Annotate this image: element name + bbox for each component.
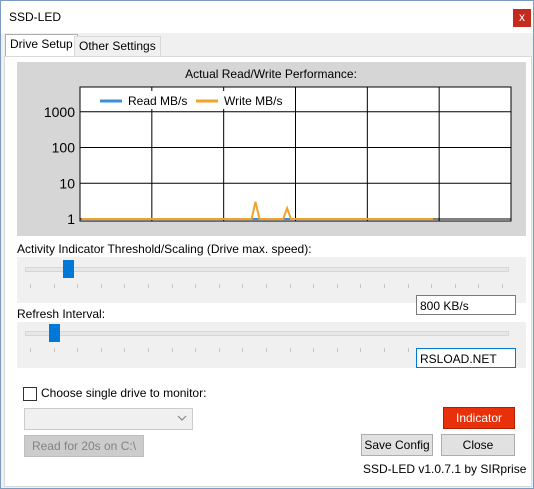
chart-title: Actual Read/Write Performance:	[185, 67, 357, 81]
slider-tick	[148, 348, 149, 352]
y-tick-label: 1000	[44, 104, 75, 120]
tab-other-settings[interactable]: Other Settings	[74, 36, 161, 56]
y-tick-label: 100	[52, 140, 76, 156]
drive-setup-panel: Actual Read/Write Performance: 1 10 100 100…	[4, 56, 532, 487]
slider-tick	[77, 284, 79, 288]
legend-label: Write MB/s	[224, 94, 282, 108]
tab-strip: Drive Setup Other Settings	[1, 34, 533, 56]
version-text: SSD-LED v1.0.7.1 by SIRprise	[363, 462, 527, 476]
close-window-button[interactable]: x	[513, 9, 531, 27]
slider-tick	[289, 284, 291, 288]
slider-tick	[100, 284, 102, 288]
slider-tick	[77, 348, 79, 352]
close-button[interactable]: Close	[441, 434, 515, 456]
slider-tick	[242, 348, 244, 352]
slider-tick	[218, 284, 220, 288]
slider-tick	[124, 284, 126, 288]
slider-tick	[384, 348, 385, 352]
slider-tick	[360, 348, 362, 352]
y-tick-label: 10	[59, 175, 75, 191]
single-drive-label: Choose single drive to monitor:	[41, 386, 207, 400]
app-window: SSD-LED x Drive Setup Other Settings Act…	[0, 0, 534, 489]
y-tick-label: 1	[67, 211, 75, 227]
slider-tick	[289, 348, 291, 352]
slider-tick	[336, 284, 338, 288]
title-bar: SSD-LED x	[1, 1, 533, 33]
legend-label: Read MB/s	[128, 94, 187, 108]
slider-tick	[218, 348, 220, 352]
refresh-value-field[interactable]: RSLOAD.NET	[416, 348, 516, 368]
slider-tick	[478, 284, 480, 288]
slider-tick	[242, 284, 244, 288]
slider-tick	[124, 348, 126, 352]
slider-tick	[53, 348, 55, 352]
slider-tick	[171, 348, 173, 352]
refresh-slider-thumb[interactable]	[48, 324, 60, 342]
slider-tick	[313, 284, 315, 288]
slider-tick	[266, 348, 267, 352]
refresh-interval-label: Refresh Interval:	[17, 307, 106, 321]
slider-tick	[360, 284, 362, 288]
threshold-label: Activity Indicator Threshold/Scaling (Dr…	[17, 242, 312, 256]
indicator-button[interactable]: Indicator	[443, 407, 515, 429]
slider-tick	[407, 348, 409, 352]
tab-drive-setup[interactable]: Drive Setup	[5, 34, 78, 56]
slider-tick	[195, 348, 197, 352]
slider-tick	[30, 348, 31, 352]
slider-tick	[407, 284, 409, 288]
slider-tick	[431, 284, 433, 288]
chart-svg: Actual Read/Write Performance: 1 10 100 100…	[44, 67, 512, 227]
slider-tick	[502, 284, 503, 288]
window-title: SSD-LED	[9, 10, 62, 24]
refresh-slider-track	[25, 331, 509, 336]
threshold-slider-track	[25, 267, 509, 272]
slider-tick	[266, 284, 267, 288]
slider-tick	[454, 284, 456, 288]
single-drive-checkbox[interactable]	[23, 387, 37, 401]
save-config-button[interactable]: Save Config	[361, 434, 433, 456]
slider-tick	[313, 348, 315, 352]
read-test-button[interactable]: Read for 20s on C:\	[24, 435, 144, 457]
slider-tick	[30, 284, 31, 288]
slider-tick	[195, 284, 197, 288]
slider-tick	[336, 348, 338, 352]
slider-tick	[384, 284, 385, 288]
slider-tick	[148, 284, 149, 288]
threshold-slider-thumb[interactable]	[63, 260, 75, 278]
performance-chart: Actual Read/Write Performance: 1 10 100 100…	[17, 62, 526, 236]
slider-tick	[100, 348, 102, 352]
chevron-down-icon	[177, 415, 187, 421]
slider-tick	[171, 284, 173, 288]
drive-select[interactable]	[24, 408, 193, 430]
slider-tick	[53, 284, 55, 288]
threshold-value-field[interactable]: 800 KB/s	[416, 295, 516, 315]
